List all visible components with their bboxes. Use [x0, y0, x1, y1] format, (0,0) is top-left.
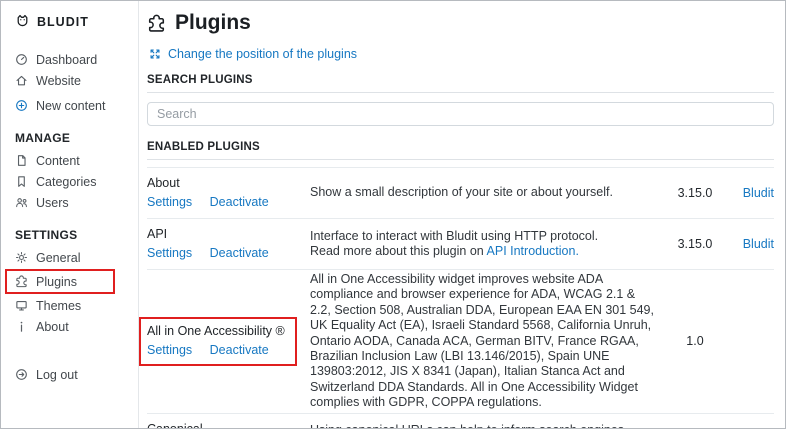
- table-row-canonical: Canonical Deactivate Using canonical URL…: [147, 413, 774, 428]
- sidebar-item-users[interactable]: Users: [15, 192, 132, 213]
- plugin-version: 3.15.0: [666, 167, 724, 219]
- sidebar-item-categories[interactable]: Categories: [15, 171, 132, 192]
- enabled-plugins-heading: ENABLED PLUGINS: [147, 141, 774, 160]
- sidebar-heading-manage: MANAGE: [15, 131, 71, 145]
- plugin-name: All in One Accessibility ®: [147, 323, 285, 338]
- plugin-name: API: [147, 227, 168, 241]
- file-icon: [15, 154, 28, 167]
- plugin-description: Show a small description of your site or…: [310, 167, 666, 219]
- plugin-version: 3.15.0: [666, 218, 724, 270]
- sidebar-item-new-content[interactable]: New content: [15, 95, 132, 116]
- settings-link[interactable]: Settings: [147, 246, 192, 260]
- plugin-version: 3.15.0: [666, 413, 724, 428]
- search-input[interactable]: [147, 102, 774, 126]
- sidebar-item-label: Categories: [36, 174, 97, 189]
- sidebar-item-website[interactable]: Website: [15, 70, 132, 91]
- sidebar-item-label: Website: [36, 73, 81, 88]
- change-position-link[interactable]: Change the position of the plugins: [149, 47, 774, 61]
- sidebar-item-label: Dashboard: [36, 52, 98, 67]
- plugin-name: About: [147, 176, 180, 190]
- vendor-link[interactable]: Bludit: [743, 237, 774, 251]
- arrows-move-icon: [149, 48, 161, 60]
- sidebar-item-general[interactable]: General: [15, 247, 132, 268]
- plus-circle-icon: [15, 99, 28, 112]
- sidebar-item-content[interactable]: Content: [15, 150, 132, 171]
- home-icon: [15, 74, 28, 87]
- sidebar-item-about[interactable]: About: [15, 316, 132, 337]
- dashboard-icon: [15, 53, 28, 66]
- bludit-cat-icon: [15, 14, 30, 29]
- sidebar-item-label: New content: [36, 98, 106, 113]
- sidebar-item-plugins[interactable]: Plugins: [15, 271, 109, 292]
- info-icon: [15, 320, 28, 333]
- puzzle-icon: [15, 275, 28, 288]
- sidebar-item-label: About: [36, 319, 69, 334]
- plugin-version: 1.0: [666, 269, 724, 414]
- settings-link[interactable]: Settings: [147, 195, 192, 209]
- bludit-logo[interactable]: BLUDIT: [15, 14, 132, 29]
- api-introduction-link[interactable]: API Introduction.: [487, 244, 579, 258]
- sidebar-item-label: Themes: [36, 298, 82, 313]
- sidebar-item-label: Plugins: [36, 274, 77, 289]
- vendor-link[interactable]: Bludit: [743, 186, 774, 200]
- sidebar-item-label: General: [36, 250, 81, 265]
- deactivate-link[interactable]: Deactivate: [210, 195, 269, 209]
- deactivate-link[interactable]: Deactivate: [210, 343, 269, 357]
- highlight-box-sidebar-plugins: Plugins: [5, 269, 115, 294]
- sidebar-item-logout[interactable]: Log out: [15, 364, 132, 385]
- sidebar-item-label: Users: [36, 195, 69, 210]
- highlight-box-all-in-one: All in One Accessibility ® Settings Deac…: [139, 316, 297, 366]
- puzzle-icon: [147, 14, 166, 33]
- plugins-table: About Settings Deactivate Show a small d…: [139, 167, 774, 428]
- logo-text: BLUDIT: [37, 14, 89, 29]
- sidebar-item-label: Content: [36, 153, 80, 168]
- settings-link[interactable]: Settings: [147, 343, 192, 357]
- display-icon: [15, 299, 28, 312]
- logout-icon: [15, 368, 28, 381]
- bookmark-icon: [15, 175, 28, 188]
- bludit-admin-window: BLUDIT Dashboard Website New content MAN…: [0, 0, 786, 429]
- plugin-name: Canonical: [147, 421, 310, 428]
- sidebar-item-dashboard[interactable]: Dashboard: [15, 49, 132, 70]
- gear-icon: [15, 251, 28, 264]
- plugin-description: Interface to interact with Bludit using …: [310, 218, 666, 270]
- sidebar: BLUDIT Dashboard Website New content MAN…: [1, 1, 139, 428]
- main-content: Plugins Change the position of the plugi…: [139, 1, 785, 428]
- plugin-description: Using canonical URLs can help to inform …: [310, 413, 666, 428]
- table-row-api: API Settings Deactivate Interface to int…: [147, 218, 774, 270]
- users-icon: [15, 196, 28, 209]
- search-plugins-heading: SEARCH PLUGINS: [147, 74, 774, 93]
- page-title: Plugins: [175, 11, 251, 34]
- sidebar-item-label: Log out: [36, 367, 78, 382]
- table-row-about: About Settings Deactivate Show a small d…: [147, 167, 774, 219]
- table-row-all-in-one-accessibility: All in One Accessibility ® Settings Deac…: [139, 269, 774, 414]
- sidebar-item-themes[interactable]: Themes: [15, 295, 132, 316]
- sidebar-heading-settings: SETTINGS: [15, 228, 78, 242]
- deactivate-link[interactable]: Deactivate: [210, 246, 269, 260]
- plugin-description: All in One Accessibility widget improves…: [310, 269, 666, 414]
